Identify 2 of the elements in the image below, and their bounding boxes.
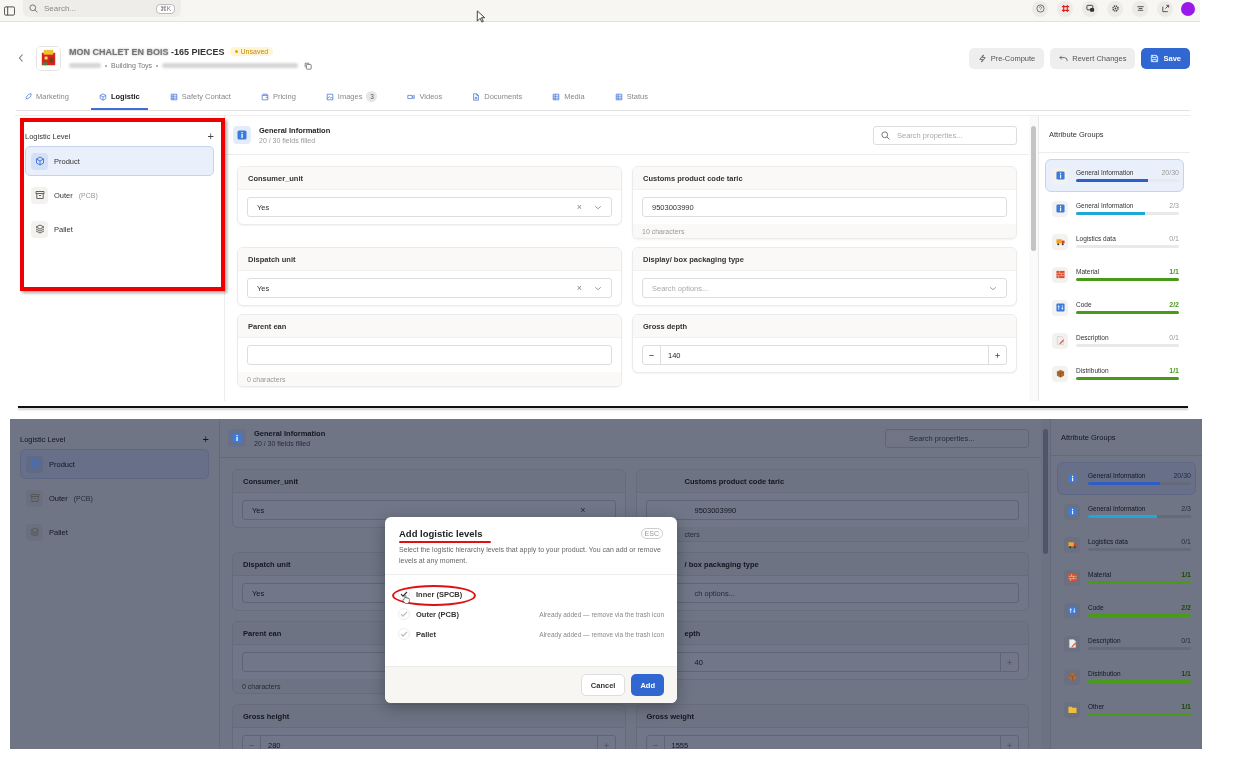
product-title: MON CHALET EN BOIS -165 PIECES: [69, 46, 225, 57]
dialog-title: Add logistic levels: [399, 528, 483, 539]
